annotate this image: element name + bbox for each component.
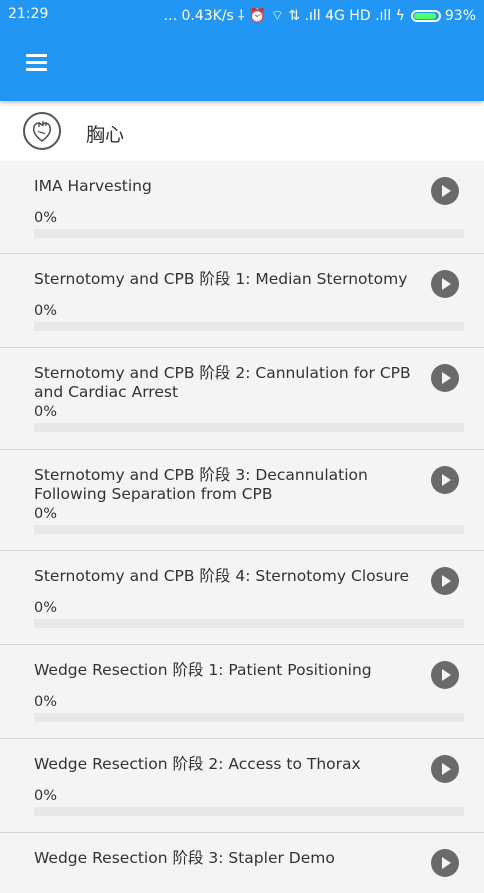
progress-percent: 0% bbox=[34, 788, 58, 804]
battery-percent: 93% bbox=[444, 7, 476, 24]
progress-percent: 0% bbox=[34, 694, 58, 710]
procedure-title: Sternotomy and CPB 阶段 3: Decannulation F… bbox=[34, 466, 368, 503]
procedure-item[interactable]: IMA Harvesting 0% bbox=[0, 161, 484, 254]
play-icon[interactable] bbox=[431, 755, 459, 783]
progress-bar bbox=[34, 229, 464, 238]
progress-percent: 0% bbox=[34, 506, 58, 522]
procedure-item[interactable]: Sternotomy and CPB 阶段 4: Sternotomy Clos… bbox=[0, 551, 484, 645]
procedure-title: Sternotomy and CPB 阶段 4: Sternotomy Clos… bbox=[34, 567, 410, 585]
play-icon[interactable] bbox=[431, 270, 459, 298]
battery-icon bbox=[410, 9, 441, 22]
app-bar: 21:29 ... 0.43K/s ⸸ ⏰ ⌔ ⇅ .ıll 4G HD .ıl… bbox=[0, 0, 484, 101]
procedure-item[interactable]: Wedge Resection 阶段 1: Patient Positionin… bbox=[0, 645, 484, 739]
play-icon[interactable] bbox=[431, 177, 459, 205]
procedure-title: Sternotomy and CPB 阶段 2: Cannulation for… bbox=[34, 364, 411, 401]
procedure-item[interactable]: Sternotomy and CPB 阶段 3: Decannulation F… bbox=[0, 450, 484, 551]
status-indicators: ... 0.43K/s ⸸ ⏰ ⌔ ⇅ .ıll 4G HD .ıll ϟ 93… bbox=[164, 6, 476, 25]
progress-bar bbox=[34, 525, 464, 534]
procedure-list: IMA Harvesting 0% Sternotomy and CPB 阶段 … bbox=[0, 161, 484, 893]
progress-percent: 0% bbox=[34, 600, 58, 616]
procedure-item[interactable]: Sternotomy and CPB 阶段 1: Median Sternoto… bbox=[0, 254, 484, 348]
progress-percent: 0% bbox=[34, 303, 58, 319]
progress-bar bbox=[34, 423, 464, 432]
play-icon[interactable] bbox=[431, 567, 459, 595]
hamburger-menu-icon[interactable] bbox=[26, 52, 48, 74]
procedure-item[interactable]: Sternotomy and CPB 阶段 2: Cannulation for… bbox=[0, 348, 484, 450]
procedure-title: Wedge Resection 阶段 1: Patient Positionin… bbox=[34, 661, 372, 679]
section-header: 胸心 bbox=[0, 101, 484, 161]
progress-bar bbox=[34, 322, 464, 331]
procedure-title: IMA Harvesting bbox=[34, 177, 152, 195]
play-icon[interactable] bbox=[431, 364, 459, 392]
section-title: 胸心 bbox=[86, 124, 125, 146]
play-icon[interactable] bbox=[431, 849, 459, 877]
progress-percent: 0% bbox=[34, 404, 58, 420]
status-bar: 21:29 ... 0.43K/s ⸸ ⏰ ⌔ ⇅ .ıll 4G HD .ıl… bbox=[0, 0, 484, 28]
progress-bar bbox=[34, 713, 464, 722]
network-speed: ... 0.43K/s bbox=[163, 7, 234, 24]
procedure-title: Wedge Resection 阶段 3: Stapler Demo bbox=[34, 849, 335, 867]
heart-icon bbox=[23, 112, 61, 150]
progress-percent: 0% bbox=[34, 210, 58, 226]
procedure-item[interactable]: Wedge Resection 阶段 2: Access to Thorax 0… bbox=[0, 739, 484, 833]
status-time: 21:29 bbox=[8, 6, 49, 22]
play-icon[interactable] bbox=[431, 466, 459, 494]
status-icons: ⸸ ⏰ ⌔ ⇅ .ıll 4G HD .ıll ϟ bbox=[237, 8, 405, 24]
progress-bar bbox=[34, 807, 464, 816]
procedure-title: Wedge Resection 阶段 2: Access to Thorax bbox=[34, 755, 361, 773]
progress-bar bbox=[34, 619, 464, 628]
procedure-item[interactable]: Wedge Resection 阶段 3: Stapler Demo bbox=[0, 833, 484, 893]
play-icon[interactable] bbox=[431, 661, 459, 689]
procedure-title: Sternotomy and CPB 阶段 1: Median Sternoto… bbox=[34, 270, 408, 288]
